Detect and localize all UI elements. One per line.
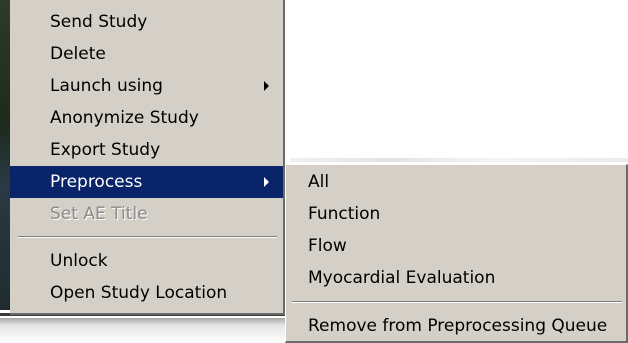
menu-item-anonymize-study[interactable]: Anonymize Study <box>10 102 283 134</box>
menu-item-label: Launch using <box>50 76 163 96</box>
menu-item-send-study[interactable]: Send Study <box>10 6 283 38</box>
preprocess-submenu: All Function Flow Myocardial Evaluation … <box>285 164 628 343</box>
context-menu: Send Study Delete Launch using Anonymize… <box>10 0 285 315</box>
menu-item-open-study-location[interactable]: Open Study Location <box>10 277 283 309</box>
menu-item-label: Anonymize Study <box>50 108 199 128</box>
submenu-item-label: All <box>308 172 330 192</box>
submenu-item-label: Function <box>308 204 381 224</box>
background-window-edge <box>0 0 10 310</box>
submenu-item-flow[interactable]: Flow <box>286 230 626 262</box>
menu-item-label: Unlock <box>50 251 108 271</box>
submenu-separator <box>292 301 622 303</box>
submenu-item-label: Flow <box>308 236 347 256</box>
submenu-arrow-icon <box>264 81 269 91</box>
background-faint-line <box>290 158 628 162</box>
menu-item-unlock[interactable]: Unlock <box>10 245 283 277</box>
background-scroll-area <box>0 318 310 343</box>
submenu-item-label: Myocardial Evaluation <box>308 268 496 288</box>
menu-item-label: Open Study Location <box>50 283 228 303</box>
submenu-arrow-icon <box>264 177 269 187</box>
submenu-item-function[interactable]: Function <box>286 198 626 230</box>
menu-item-label: Set AE Title <box>50 204 148 224</box>
menu-item-label: Send Study <box>50 12 148 32</box>
submenu-item-all[interactable]: All <box>286 166 626 198</box>
submenu-item-label: Remove from Preprocessing Queue <box>308 316 608 336</box>
menu-item-export-study[interactable]: Export Study <box>10 134 283 166</box>
menu-item-set-ae-title: Set AE Title <box>10 198 283 230</box>
menu-item-label: Delete <box>50 44 106 64</box>
menu-item-launch-using[interactable]: Launch using <box>10 70 283 102</box>
submenu-item-remove-from-queue[interactable]: Remove from Preprocessing Queue <box>286 310 626 342</box>
menu-item-label: Preprocess <box>50 172 143 192</box>
submenu-item-myocardial-evaluation[interactable]: Myocardial Evaluation <box>286 262 626 294</box>
menu-item-delete[interactable]: Delete <box>10 38 283 70</box>
menu-item-label: Export Study <box>50 140 161 160</box>
menu-item-preprocess[interactable]: Preprocess <box>10 166 283 198</box>
menu-separator <box>18 236 277 238</box>
